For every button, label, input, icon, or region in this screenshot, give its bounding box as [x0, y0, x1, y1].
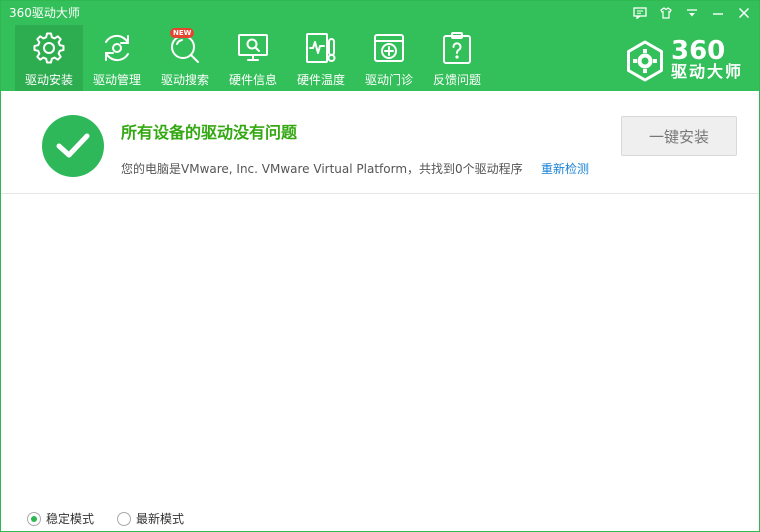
brand-number: 360	[671, 36, 726, 66]
tab-label: 硬件信息	[228, 73, 277, 87]
header-bar: 360驱动大师 驱动安装 驱动管理 NEW 驱动搜索 硬件信息 硬件温度 驱动门…	[1, 1, 759, 91]
app-window: 360驱动大师 驱动安装 驱动管理 NEW 驱动搜索 硬件信息 硬件温度 驱动门…	[0, 0, 760, 532]
brand-logo: 360 驱动大师	[623, 37, 749, 83]
latest-mode-radio[interactable]: 最新模式	[117, 510, 184, 527]
search-icon: NEW	[168, 28, 202, 65]
hexagon-logo-icon	[627, 40, 663, 82]
thermometer-icon	[304, 31, 338, 65]
tab-driver-install[interactable]: 驱动安装	[15, 25, 83, 91]
tab-driver-manage[interactable]: 驱动管理	[83, 25, 151, 91]
tab-label: 驱动门诊	[364, 73, 413, 87]
minimize-icon[interactable]	[707, 3, 729, 23]
footer-bar: 稳定模式 最新模式	[1, 501, 759, 531]
refresh-icon	[100, 31, 134, 65]
status-detail: 您的电脑是VMware, Inc. VMware Virtual Platfor…	[121, 162, 523, 176]
new-badge: NEW	[170, 28, 195, 38]
radio-unchecked-icon[interactable]	[117, 511, 131, 526]
tab-driver-clinic[interactable]: 驱动门诊	[355, 25, 423, 91]
tab-label: 驱动管理	[92, 73, 141, 87]
driver-list-area	[1, 195, 759, 501]
tab-label: 驱动搜索	[160, 73, 209, 87]
skin-icon[interactable]	[655, 3, 677, 23]
menu-icon[interactable]	[681, 3, 703, 23]
feedback-icon	[440, 31, 474, 65]
monitor-icon	[236, 31, 270, 65]
stable-mode-radio[interactable]: 稳定模式	[27, 510, 94, 527]
brand-name: 驱动大师	[671, 62, 744, 81]
tab-feedback[interactable]: 反馈问题	[423, 25, 491, 91]
window-title: 360驱动大师	[9, 6, 80, 20]
tab-label: 驱动安装	[24, 73, 73, 87]
mode-label: 稳定模式	[46, 512, 95, 526]
clinic-icon	[372, 31, 406, 65]
checkmark-icon	[42, 115, 104, 177]
tab-hardware-info[interactable]: 硬件信息	[219, 25, 287, 91]
chat-icon[interactable]	[629, 3, 651, 23]
main-toolbar: 驱动安装 驱动管理 NEW 驱动搜索 硬件信息 硬件温度 驱动门诊 反馈问题	[15, 25, 491, 91]
mode-label: 最新模式	[136, 512, 185, 526]
window-controls	[629, 3, 755, 23]
one-click-install-button[interactable]: 一键安装	[621, 116, 737, 156]
tab-label: 硬件温度	[296, 73, 345, 87]
close-icon[interactable]	[733, 3, 755, 23]
tab-driver-search[interactable]: NEW 驱动搜索	[151, 25, 219, 91]
radio-checked-icon[interactable]	[27, 511, 41, 526]
tab-hardware-temp[interactable]: 硬件温度	[287, 25, 355, 91]
status-title: 所有设备的驱动没有问题	[121, 123, 298, 142]
gear-icon	[32, 31, 66, 65]
tab-label: 反馈问题	[432, 73, 481, 87]
status-panel: 所有设备的驱动没有问题 您的电脑是VMware, Inc. VMware Vir…	[1, 91, 759, 194]
rescan-link[interactable]: 重新检测	[541, 160, 589, 177]
